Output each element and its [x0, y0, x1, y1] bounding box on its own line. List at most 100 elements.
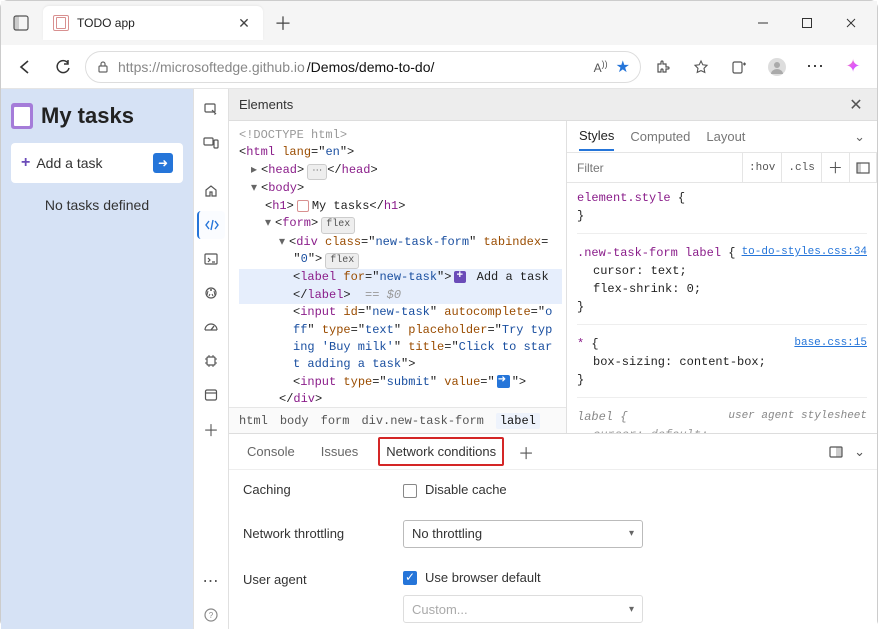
dom-node[interactable]: <!DOCTYPE html> — [239, 127, 562, 144]
svg-text:?: ? — [209, 611, 214, 620]
cls-toggle[interactable]: .cls — [781, 153, 820, 183]
page-title: My tasks — [11, 103, 183, 129]
drawer-tab-console[interactable]: Console — [241, 439, 301, 464]
menu-button[interactable]: ⋯ — [799, 51, 831, 83]
throttling-label: Network throttling — [243, 526, 383, 541]
dom-tree-pane[interactable]: <!DOCTYPE html> <html lang="en"> ▸<head>… — [229, 121, 567, 433]
empty-state: No tasks defined — [11, 197, 183, 213]
app-pane: My tasks + Add a task ➜ No tasks defined — [1, 89, 193, 629]
url-host: https://microsoftedge.github.io — [118, 59, 305, 75]
favorite-icon[interactable]: ★ — [616, 57, 630, 77]
ua-default-checkbox[interactable]: ✓Use browser default — [403, 570, 643, 586]
memory-tool-icon[interactable] — [197, 347, 225, 375]
favorites-icon[interactable] — [685, 51, 717, 83]
plus-icon: + — [21, 154, 30, 172]
dom-node[interactable]: <h1>My tasks</h1> — [239, 198, 562, 215]
titlebar: TODO app ✕ ＋ — [1, 1, 877, 45]
address-bar[interactable]: https://microsoftedge.github.io/Demos/de… — [85, 51, 641, 83]
tab-layout[interactable]: Layout — [706, 123, 745, 150]
dom-node[interactable]: ▾<div class="new-task-form" tabindex= "0… — [239, 234, 562, 270]
tab-styles[interactable]: Styles — [579, 122, 614, 151]
styles-body[interactable]: element.style { } .new-task-form label {… — [567, 183, 877, 433]
styles-tabs: Styles Computed Layout ⌄ — [567, 121, 877, 153]
throttling-select[interactable]: No throttling ▾ — [403, 520, 643, 548]
disable-cache-checkbox[interactable]: Disable cache — [403, 482, 507, 498]
hov-toggle[interactable]: :hov — [742, 153, 781, 183]
refresh-button[interactable] — [47, 51, 79, 83]
new-tab-button[interactable]: ＋ — [269, 9, 297, 37]
styles-filter-input[interactable] — [567, 161, 742, 175]
new-style-rule-button[interactable]: ＋ — [821, 153, 849, 183]
maximize-button[interactable] — [785, 6, 829, 40]
tab-computed[interactable]: Computed — [630, 123, 690, 150]
devtools-body: Elements ✕ <!DOCTYPE html> <html lang="e… — [229, 89, 877, 629]
computed-sidebar-icon[interactable] — [849, 153, 876, 183]
more-tools-button[interactable]: ＋ — [197, 415, 225, 443]
dom-breadcrumb[interactable]: html body form div.new-task-form label — [229, 407, 566, 433]
devtools-rail: ＋ ⋯ ? — [193, 89, 229, 629]
dom-node[interactable]: ▾<form>flex — [239, 215, 562, 234]
style-rule[interactable]: .new-task-form label {to-do-styles.css:3… — [577, 244, 867, 325]
crumb-item-selected[interactable]: label — [496, 413, 540, 429]
crumb-item[interactable]: body — [280, 414, 309, 428]
network-conditions-panel: Caching Disable cache Network throttling… — [229, 470, 877, 629]
back-button[interactable] — [9, 51, 41, 83]
source-link[interactable]: base.css:15 — [794, 335, 867, 353]
extensions-icon[interactable] — [647, 51, 679, 83]
dom-node[interactable]: <html lang="en"> — [239, 144, 562, 161]
browser-tab[interactable]: TODO app ✕ — [43, 6, 263, 40]
devtools-panel-title: Elements — [239, 97, 293, 112]
collections-icon[interactable] — [723, 51, 755, 83]
drawer-tab-issues[interactable]: Issues — [315, 439, 365, 464]
dom-node[interactable]: ▾<body> — [239, 180, 562, 197]
dom-node[interactable]: <input type="submit" value=""> — [239, 374, 562, 391]
drawer-collapse-icon[interactable]: ⌄ — [854, 444, 865, 460]
caching-label: Caching — [243, 482, 383, 497]
devtools-drawer: Console Issues Network conditions ＋ ⌄ Ca… — [229, 433, 877, 629]
ua-custom-select: Custom... ▾ — [403, 595, 643, 623]
crumb-item[interactable]: form — [321, 414, 350, 428]
dom-node[interactable]: ▸<head>⋯</head> — [239, 162, 562, 181]
elements-tool-icon[interactable] — [197, 211, 225, 239]
tab-favicon-icon — [53, 15, 69, 31]
dom-node[interactable]: <input id="new-task" autocomplete="off" … — [239, 304, 562, 374]
styles-toolbar: :hov .cls ＋ — [567, 153, 877, 183]
dom-node-selected[interactable]: <label for="new-task"> Add a task</label… — [239, 269, 562, 304]
dom-node[interactable]: </div> — [239, 391, 562, 407]
drawer-tab-network-conditions[interactable]: Network conditions — [378, 437, 504, 466]
ua-label: User agent — [243, 570, 383, 587]
console-tool-icon[interactable] — [197, 245, 225, 273]
crumb-item[interactable]: div.new-task-form — [361, 414, 483, 428]
devtools-close-button[interactable]: ✕ — [845, 94, 867, 116]
copilot-icon[interactable]: ✦ — [837, 51, 869, 83]
application-tool-icon[interactable] — [197, 381, 225, 409]
profile-icon[interactable] — [761, 51, 793, 83]
style-rule[interactable]: * {base.css:15 box-sizing: content-box; … — [577, 335, 867, 398]
add-task-button[interactable]: + Add a task ➜ — [11, 143, 183, 183]
source-link[interactable]: to-do-styles.css:34 — [742, 244, 867, 262]
page-title-text: My tasks — [41, 103, 134, 129]
drawer-dock-icon[interactable] — [828, 444, 844, 460]
url-path: /Demos/demo-to-do/ — [307, 59, 435, 75]
main-area: My tasks + Add a task ➜ No tasks defined… — [1, 89, 877, 629]
inspect-element-icon[interactable] — [197, 95, 225, 123]
help-icon[interactable]: ? — [197, 601, 225, 629]
read-aloud-icon[interactable]: A)) — [594, 59, 608, 75]
drawer-add-tab-button[interactable]: ＋ — [518, 440, 534, 464]
crumb-item[interactable]: html — [239, 414, 268, 428]
sources-tool-icon[interactable] — [197, 279, 225, 307]
tab-actions-icon[interactable] — [9, 11, 33, 35]
lock-icon — [96, 60, 110, 74]
minimize-button[interactable] — [741, 6, 785, 40]
welcome-tool-icon[interactable] — [197, 177, 225, 205]
chevron-down-icon[interactable]: ⌄ — [854, 129, 865, 145]
submit-arrow-icon[interactable]: ➜ — [153, 153, 173, 173]
close-window-button[interactable] — [829, 6, 873, 40]
device-toggle-icon[interactable] — [197, 129, 225, 157]
performance-tool-icon[interactable] — [197, 313, 225, 341]
style-rule[interactable]: element.style { } — [577, 189, 867, 234]
tab-close-button[interactable]: ✕ — [235, 14, 253, 32]
style-rule[interactable]: label {user agent stylesheet cursor: def… — [577, 408, 867, 433]
devtools-menu-button[interactable]: ⋯ — [197, 567, 225, 595]
styles-pane: Styles Computed Layout ⌄ :hov .cls ＋ ele… — [567, 121, 877, 433]
